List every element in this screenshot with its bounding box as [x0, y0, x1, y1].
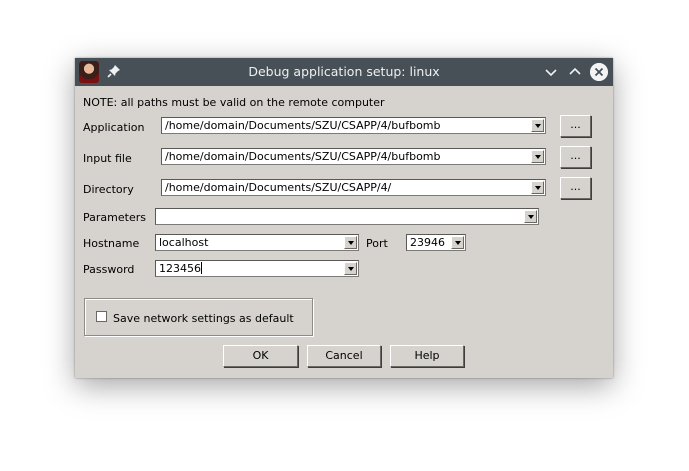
save-settings-group: Save network settings as default: [84, 298, 313, 336]
application-combo[interactable]: /home/domain/Documents/SZU/CSAPP/4/bufbo…: [161, 117, 546, 134]
chevron-down-icon[interactable]: [451, 236, 464, 249]
input-file-combo[interactable]: /home/domain/Documents/SZU/CSAPP/4/bufbo…: [161, 148, 546, 165]
input-file-label: Input file: [83, 152, 132, 165]
remote-paths-note: NOTE: all paths must be valid on the rem…: [83, 96, 385, 109]
port-label: Port: [366, 237, 388, 250]
ok-button[interactable]: OK: [223, 345, 298, 367]
input-file-value: /home/domain/Documents/SZU/CSAPP/4/bufbo…: [165, 150, 441, 163]
title-bar[interactable]: Debug application setup: linux: [75, 58, 613, 86]
text-cursor: [201, 262, 202, 274]
port-combo[interactable]: 23946: [406, 234, 466, 251]
hostname-value: localhost: [159, 236, 209, 249]
close-button[interactable]: [590, 63, 608, 81]
browse-input-file-button[interactable]: ...: [560, 146, 591, 168]
chevron-down-icon[interactable]: [531, 150, 544, 163]
chevron-down-icon[interactable]: [524, 210, 537, 223]
save-default-checkbox[interactable]: [96, 311, 107, 322]
password-combo[interactable]: 123456: [155, 260, 359, 277]
hostname-label: Hostname: [83, 237, 140, 250]
directory-value: /home/domain/Documents/SZU/CSAPP/4/: [165, 181, 392, 194]
password-label: Password: [83, 263, 135, 276]
password-text: 123456: [159, 262, 201, 275]
port-value: 23946: [410, 236, 445, 249]
parameters-label: Parameters: [83, 211, 146, 224]
application-value: /home/domain/Documents/SZU/CSAPP/4/bufbo…: [165, 119, 441, 132]
parameters-combo[interactable]: [155, 208, 539, 225]
chevron-down-icon[interactable]: [531, 119, 544, 132]
chevron-up-icon[interactable]: [566, 63, 584, 81]
chevron-down-icon[interactable]: [531, 181, 544, 194]
debug-setup-dialog: Debug application setup: linux NOTE: all…: [75, 58, 613, 378]
directory-label: Directory: [83, 183, 134, 196]
browse-directory-button[interactable]: ...: [560, 177, 591, 199]
password-value: 123456: [159, 262, 202, 275]
chevron-down-icon[interactable]: [344, 262, 357, 275]
save-default-label[interactable]: Save network settings as default: [113, 312, 294, 325]
directory-combo[interactable]: /home/domain/Documents/SZU/CSAPP/4/: [161, 179, 546, 196]
hostname-combo[interactable]: localhost: [155, 234, 359, 251]
help-button[interactable]: Help: [390, 345, 464, 367]
chevron-down-icon[interactable]: [344, 236, 357, 249]
cancel-button[interactable]: Cancel: [307, 345, 381, 367]
browse-application-button[interactable]: ...: [560, 115, 591, 137]
window-title: Debug application setup: linux: [248, 64, 440, 79]
application-label: Application: [83, 121, 145, 134]
chevron-down-icon[interactable]: [542, 63, 560, 81]
close-icon[interactable]: [590, 63, 608, 81]
